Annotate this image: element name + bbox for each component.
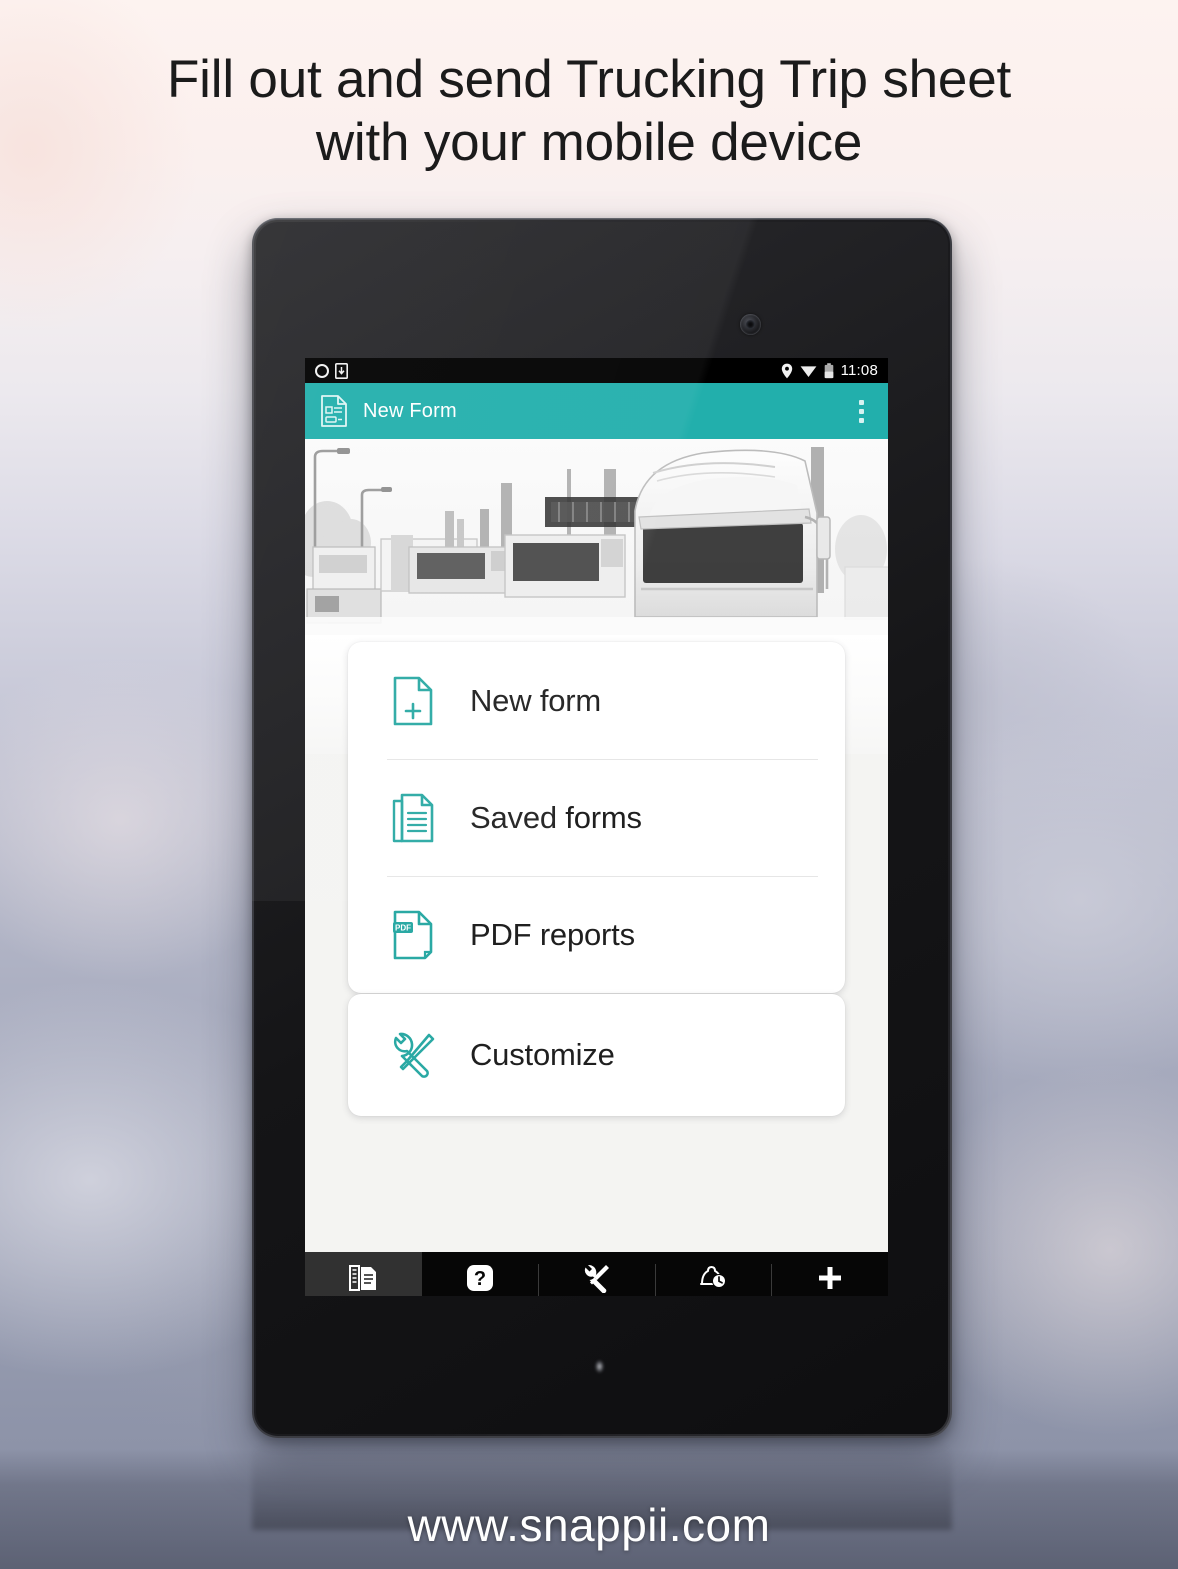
- wrench-hammer-icon: [581, 1262, 611, 1294]
- download-icon: [335, 362, 348, 379]
- pdf-document-icon: PDF: [387, 909, 439, 961]
- tab-notifications[interactable]: Notifications: [654, 1252, 772, 1296]
- menu-item-label: PDF reports: [470, 916, 635, 952]
- saved-documents-icon: [387, 792, 439, 844]
- screen-content: New form Saved forms PDF PDF reports Cus…: [305, 439, 888, 1252]
- device-screen: 11:08 New Form New form Saved forms PDF …: [305, 358, 888, 1296]
- menu-item-new-form[interactable]: New form: [348, 642, 845, 759]
- overflow-dot: [858, 408, 864, 414]
- menu-item-label: Saved forms: [470, 799, 642, 835]
- forms-stack-icon: [348, 1262, 378, 1294]
- menu-item-label: Customize: [470, 1037, 615, 1072]
- status-bar: 11:08: [305, 358, 888, 383]
- question-mark-icon: ?: [466, 1262, 494, 1294]
- overflow-dot: [858, 399, 864, 405]
- headline-line-1: Fill out and send Trucking Trip sheet: [167, 50, 1011, 109]
- footer-website-url: www.snappii.com: [407, 1499, 771, 1551]
- plus-icon: [816, 1262, 844, 1294]
- status-bar-left-icons: [315, 362, 348, 379]
- app-bar: New Form: [305, 383, 888, 439]
- menu-item-label: New form: [470, 682, 602, 718]
- wrench-screwdriver-icon: [387, 1029, 439, 1081]
- svg-text:?: ?: [474, 1268, 486, 1290]
- circle-icon: [315, 363, 329, 378]
- main-menu-card: New form Saved forms PDF PDF reports: [348, 642, 845, 993]
- battery-icon: [824, 362, 833, 378]
- tab-new-form[interactable]: New Form: [305, 1252, 422, 1296]
- menu-item-pdf-reports[interactable]: PDF PDF reports: [348, 876, 845, 993]
- tab-help[interactable]: ? Help: [422, 1252, 539, 1296]
- front-camera-icon: [740, 314, 761, 335]
- bottom-tab-bar: New Form ? Help: [305, 1252, 888, 1296]
- form-document-icon: [321, 395, 347, 427]
- customize-card: Customize: [348, 994, 845, 1116]
- location-pin-icon: [781, 363, 792, 378]
- overflow-menu-icon[interactable]: [848, 394, 874, 428]
- status-bar-clock: 11:08: [840, 362, 878, 379]
- page-title: Fill out and send Trucking Trip sheet wi…: [0, 48, 1178, 174]
- tab-customize[interactable]: Customize: [538, 1252, 655, 1296]
- wifi-icon: [800, 365, 816, 377]
- menu-item-saved-forms[interactable]: Saved forms: [348, 759, 845, 876]
- notification-led: [595, 1360, 604, 1373]
- svg-text:PDF: PDF: [395, 923, 411, 932]
- menu-item-customize[interactable]: Customize: [348, 994, 845, 1116]
- status-bar-right-icons: 11:08: [781, 362, 878, 379]
- tab-more[interactable]: More: [771, 1252, 888, 1296]
- tablet-device: 11:08 New Form New form Saved forms PDF …: [252, 218, 952, 1438]
- overflow-dot: [858, 417, 864, 423]
- headline-line-2: with your mobile device: [315, 113, 863, 172]
- bell-clock-icon: [698, 1262, 728, 1294]
- new-document-icon: [387, 675, 439, 727]
- app-bar-title: New Form: [363, 399, 457, 422]
